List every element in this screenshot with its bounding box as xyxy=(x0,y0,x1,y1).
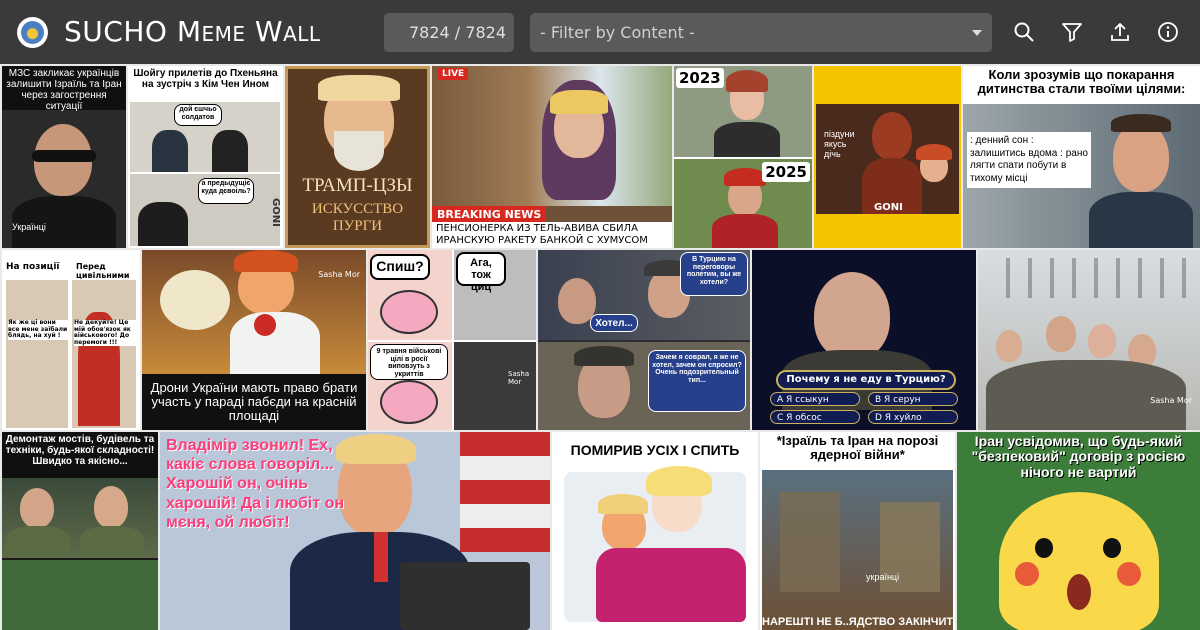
meme-label: піздуни якусь дічь xyxy=(824,129,855,159)
speech-bubble: а предыдущіє куда дєвоіль? xyxy=(198,178,254,204)
speech-bubble: Не декуйте! Це мій обов'язок як військов… xyxy=(74,319,136,347)
upload-icon[interactable] xyxy=(1108,20,1132,44)
meme-tile[interactable]: МЗС закликає українців залишити Ізраїль … xyxy=(2,66,126,248)
panel-label: На позиції xyxy=(6,262,60,272)
speech-bubble: Зачем я соврал, я же не хотел, зачем он … xyxy=(648,350,746,412)
meme-caption: Дрони України мають право брати участь у… xyxy=(142,374,366,430)
watermark: GONI xyxy=(874,202,903,213)
credit: Sasha Mor xyxy=(318,270,360,279)
speech-bubble: Ага, тож циц xyxy=(456,252,506,293)
speech-bubble: Як же ці вони все мене заїбали блядь, на… xyxy=(8,319,68,340)
meme-counter: 7824 / 7824 xyxy=(384,13,514,52)
content-filter-select[interactable]: - Filter by Content - xyxy=(530,13,992,52)
meme-tile[interactable]: ПОМИРИВ УСІХ І СПИТЬ xyxy=(552,432,758,630)
credit: Sasha Mor xyxy=(508,370,530,386)
meme-caption: Іран усвідомив, що будь-який "безпековий… xyxy=(971,433,1186,480)
live-badge: LIVE xyxy=(438,68,469,80)
panel-label: Перед цивільними xyxy=(76,262,130,280)
meme-tile[interactable]: LIVE BREAKING NEWS ПЕНСИОНЕРКА ИЗ ТЕЛЬ-А… xyxy=(432,66,672,248)
answer-box: C Я обсос xyxy=(770,410,860,424)
meme-caption: *Ізраїль та Іран на порозі ядерної війни… xyxy=(760,432,955,468)
meme-tile[interactable]: 2023 2025 xyxy=(674,66,812,248)
top-bar: SUCHO Meme Wall 7824 / 7824 - Filter by … xyxy=(0,0,1200,64)
meme-caption: Демонтаж мостів, будівель та техніки, бу… xyxy=(2,432,158,478)
news-ticker: ПЕНСИОНЕРКА ИЗ ТЕЛЬ-АВИВА СБИЛА ИРАНСКУЮ… xyxy=(432,222,672,248)
meme-tile[interactable]: Sasha Mor Дрони України мають право брат… xyxy=(142,250,366,430)
meme-tile[interactable]: Sasha Mor xyxy=(978,250,1200,430)
meme-tile[interactable]: Почему я не еду в Турцию? А Я ссыкун B Я… xyxy=(752,250,976,430)
meme-tile[interactable]: Коли зрозумів що покарання дитинства ста… xyxy=(963,66,1200,248)
meme-tile[interactable]: В Турцию на переговоры полетим, вы же хо… xyxy=(538,250,750,430)
meme-bottom-caption: НАРЕШТІ НЕ Б..ЯДСТВО ЗАКІНЧИТЬСЯ xyxy=(762,616,953,628)
filter-placeholder: - Filter by Content - xyxy=(540,23,695,42)
info-icon[interactable] xyxy=(1156,20,1180,44)
speech-bubble: Хотел... xyxy=(590,314,638,332)
meme-tile[interactable]: На позиції Перед цивільними Як же ці вон… xyxy=(2,250,140,430)
meme-tile[interactable]: Демонтаж мостів, будівель та техніки, бу… xyxy=(2,432,158,630)
meme-tile[interactable]: *Ізраїль та Іран на порозі ядерної війни… xyxy=(760,432,955,630)
meme-tile[interactable]: Владімір звонил! Ех, какіє слова говоріл… xyxy=(160,432,550,630)
meme-tile[interactable]: піздуни якусь дічь GONI xyxy=(814,66,961,248)
meme-tile[interactable]: Спиш? Ага, тож циц 9 травня військові ці… xyxy=(368,250,536,430)
speech-bubble: дой єшчьо солдатов xyxy=(174,104,222,126)
speech-bubble: 9 травня військові цілі в росії виповзут… xyxy=(370,344,448,380)
meme-title: ТРАМП-ЦЗЫ xyxy=(302,175,413,196)
speech-bubble: В Турцию на переговоры полетим, вы же хо… xyxy=(680,252,748,296)
year-label: 2025 xyxy=(762,162,810,182)
search-icon[interactable] xyxy=(1012,20,1036,44)
answer-box: D Я хуйло xyxy=(868,410,958,424)
watermark: GONI xyxy=(270,198,281,227)
question-box: Почему я не еду в Турцию? xyxy=(776,370,956,390)
meme-wall: МЗС закликає українців залишити Ізраїль … xyxy=(0,64,1200,630)
meme-caption: Коли зрозумів що покарання дитинства ста… xyxy=(963,66,1200,102)
year-label: 2023 xyxy=(676,68,724,88)
chevron-down-icon xyxy=(972,30,982,36)
sucho-logo[interactable] xyxy=(17,17,48,48)
speech-bubble: Спиш? xyxy=(370,254,430,280)
meme-label: українці xyxy=(866,572,900,582)
meme-tile[interactable]: Шойгу прилетів до Пхеньяна на зустріч з … xyxy=(128,66,283,248)
answer-box: B Я серун xyxy=(868,392,958,406)
credit: Sasha Mor xyxy=(1150,396,1192,405)
meme-caption: Шойгу прилетів до Пхеньяна на зустріч з … xyxy=(128,66,283,96)
meme-caption: МЗС закликає українців залишити Ізраїль … xyxy=(2,66,126,112)
meme-caption: ПОМИРИВ УСІХ І СПИТЬ xyxy=(570,442,740,458)
meme-subtitle: ИСКУССТВО ПУРГИ xyxy=(311,201,404,234)
breaking-news-badge: BREAKING NEWS xyxy=(432,206,547,223)
meme-label: Українці xyxy=(12,222,46,232)
meme-tile[interactable]: ТРАМП-ЦЗЫ ИСКУССТВО ПУРГИ xyxy=(285,66,430,248)
answer-box: А Я ссыкун xyxy=(770,392,860,406)
app-title: SUCHO Meme Wall xyxy=(64,15,321,48)
meme-tile[interactable]: Іран усвідомив, що будь-який "безпековий… xyxy=(957,432,1200,630)
meme-caption: Владімір звонил! Ех, какіє слова говоріл… xyxy=(166,437,345,531)
filter-icon[interactable] xyxy=(1060,20,1084,44)
meme-list: : денний сон : залишитись вдома : рано л… xyxy=(967,132,1091,188)
